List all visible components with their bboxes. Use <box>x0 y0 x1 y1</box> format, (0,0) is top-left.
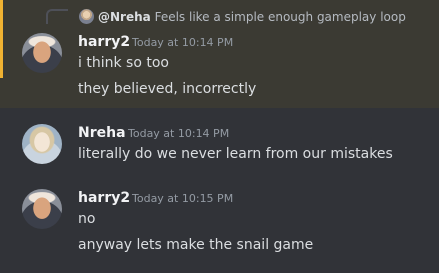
message-text: they believed, incorrectly <box>78 81 257 97</box>
avatar[interactable] <box>22 124 62 164</box>
mention-bar <box>0 0 3 78</box>
reply-spine <box>46 9 68 24</box>
chat-messages: @Nreha Feels like a simple enough gamepl… <box>0 0 439 273</box>
reply-text[interactable]: Feels like a simple enough gameplay loop <box>155 10 406 24</box>
username[interactable]: Nreha <box>78 124 126 142</box>
reply-preview[interactable]: @Nreha Feels like a simple enough gamepl… <box>98 9 406 25</box>
avatar[interactable] <box>22 33 62 73</box>
message-text: literally do we never learn from our mis… <box>78 146 393 162</box>
username[interactable]: harry2 <box>78 189 130 207</box>
timestamp: Today at 10:14 PM <box>128 127 230 140</box>
message-text: anyway lets make the snail game <box>78 237 314 253</box>
message-text: no <box>78 211 96 227</box>
username[interactable]: harry2 <box>78 33 130 51</box>
avatar[interactable] <box>22 189 62 229</box>
timestamp: Today at 10:14 PM <box>132 36 234 49</box>
message-text: i think so too <box>78 55 169 71</box>
timestamp: Today at 10:15 PM <box>132 192 234 205</box>
reply-author[interactable]: @Nreha <box>98 10 151 24</box>
reply-avatar[interactable] <box>79 9 94 24</box>
